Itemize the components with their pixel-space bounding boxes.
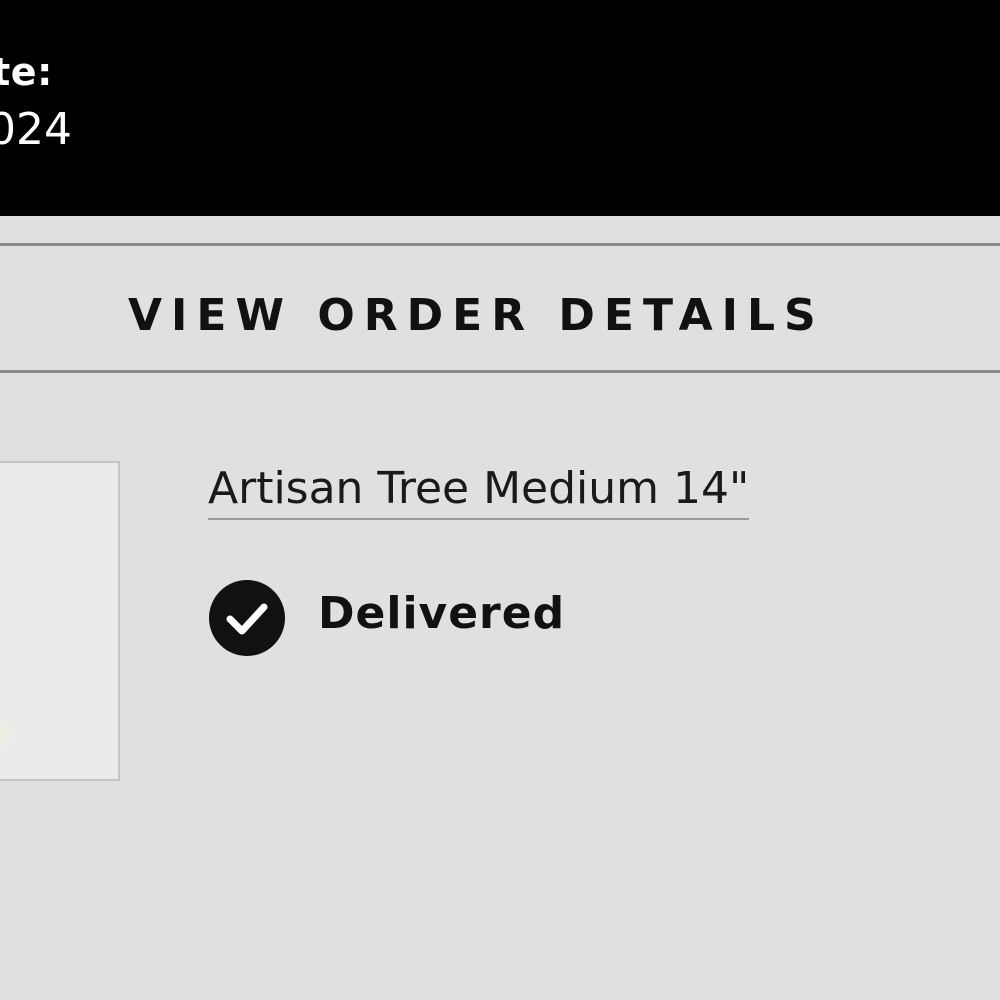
order-date-label: ate: bbox=[0, 50, 53, 94]
delivery-status: Delivered bbox=[318, 588, 566, 639]
order-card: ate: 2024 VIEW ORDER DETAILS Artisan Tre… bbox=[0, 0, 1000, 1000]
order-header: ate: 2024 bbox=[0, 0, 1000, 216]
order-date-value: 2024 bbox=[0, 104, 72, 155]
divider-bottom bbox=[0, 370, 1000, 373]
view-order-details-label: VIEW ORDER DETAILS bbox=[128, 290, 825, 341]
product-thumbnail[interactable] bbox=[0, 461, 120, 781]
product-name-link[interactable]: Artisan Tree Medium 14" bbox=[208, 462, 750, 520]
check-circle-icon bbox=[209, 580, 285, 656]
